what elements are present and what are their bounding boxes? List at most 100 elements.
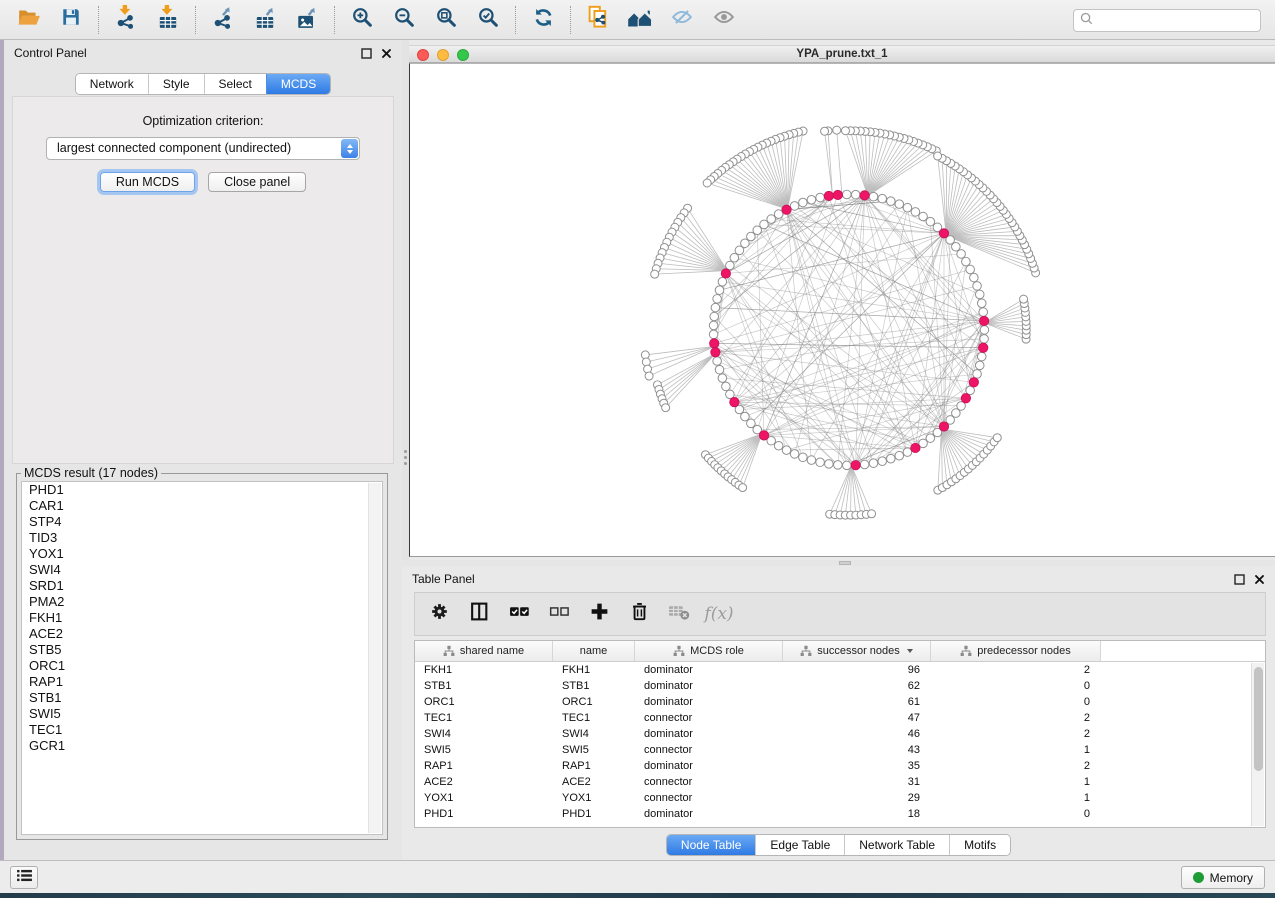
clone-network-button[interactable] — [577, 3, 619, 37]
table-panel-header: Table Panel — [402, 566, 1275, 592]
table-row[interactable]: PHD1PHD1dominator180 — [415, 806, 1265, 822]
table-toolbar: f(x) — [414, 592, 1266, 636]
save-session-button[interactable] — [50, 3, 92, 37]
mcds-result-title: MCDS result (17 nodes) — [21, 466, 161, 480]
float-panel-icon[interactable] — [1234, 574, 1245, 585]
search-input[interactable] — [1097, 13, 1256, 29]
app-window: Control Panel NetworkStyleSelectMCDS Opt… — [0, 0, 1275, 898]
deselect-all-button[interactable] — [547, 602, 571, 626]
close-panel-button[interactable]: Close panel — [208, 172, 306, 192]
control-panel-tabs: NetworkStyleSelectMCDS — [4, 73, 402, 95]
show-all-button[interactable] — [703, 3, 745, 37]
zoom-in-button[interactable] — [341, 3, 383, 37]
function-builder-button: f(x) — [707, 602, 731, 626]
zoom-fit-button[interactable] — [425, 3, 467, 37]
mcds-result-item[interactable]: STB5 — [22, 642, 382, 658]
tab-mcds[interactable]: MCDS — [266, 74, 330, 94]
table-mode-button[interactable] — [427, 602, 451, 626]
table-cell: TEC1 — [415, 712, 553, 724]
zoom-selected-button[interactable] — [467, 3, 509, 37]
import-network-button[interactable] — [105, 3, 147, 37]
mcds-result-item[interactable]: STB1 — [22, 690, 382, 706]
mcds-result-item[interactable]: SWI5 — [22, 706, 382, 722]
select-all-button[interactable] — [507, 602, 531, 626]
delete-columns-button[interactable] — [627, 602, 651, 626]
mcds-result-list[interactable]: PHD1CAR1STP4TID3YOX1SWI4SRD1PMA2FKH1ACE2… — [21, 481, 383, 835]
table-mode-icon — [429, 601, 450, 627]
toolbar-separator — [515, 6, 516, 34]
table-row[interactable]: SWI4SWI4dominator462 — [415, 726, 1265, 742]
search-box[interactable] — [1073, 9, 1261, 32]
mcds-result-item[interactable]: STP4 — [22, 514, 382, 530]
new-column-button[interactable] — [587, 602, 611, 626]
table-row[interactable]: ACE2ACE2connector311 — [415, 774, 1265, 790]
table-row[interactable]: STB1STB1dominator620 — [415, 678, 1265, 694]
mcds-result-item[interactable]: RAP1 — [22, 674, 382, 690]
import-table-button[interactable] — [147, 3, 189, 37]
close-panel-icon[interactable] — [381, 48, 392, 59]
memory-button[interactable]: Memory — [1181, 866, 1265, 889]
table-row[interactable]: RAP1RAP1dominator352 — [415, 758, 1265, 774]
float-panel-icon[interactable] — [361, 48, 372, 59]
table-row[interactable]: TEC1TEC1connector472 — [415, 710, 1265, 726]
column-header-shared-name[interactable]: shared name — [415, 641, 553, 661]
column-header-successor-nodes[interactable]: successor nodes — [783, 641, 931, 661]
export-table-button[interactable] — [244, 3, 286, 37]
tab-select[interactable]: Select — [204, 74, 266, 94]
network-window-titlebar[interactable]: YPA_prune.txt_1 — [409, 45, 1275, 63]
mcds-result-item[interactable]: SWI4 — [22, 562, 382, 578]
mcds-result-item[interactable]: YOX1 — [22, 546, 382, 562]
mcds-list-scrollbar[interactable] — [368, 483, 381, 833]
toolbar-separator — [98, 6, 99, 34]
column-type-icon — [673, 645, 685, 657]
mcds-result-item[interactable]: TEC1 — [22, 722, 382, 738]
column-header-label: MCDS role — [690, 645, 744, 657]
first-neighbors-button[interactable] — [619, 3, 661, 37]
refresh-button[interactable] — [522, 3, 564, 37]
table-cell: 0 — [931, 808, 1101, 820]
table-row[interactable]: YOX1YOX1connector291 — [415, 790, 1265, 806]
mcds-result-item[interactable]: FKH1 — [22, 610, 382, 626]
zoom-out-button[interactable] — [383, 3, 425, 37]
criterion-dropdown[interactable]: largest connected component (undirected) — [46, 137, 360, 160]
export-image-button[interactable] — [286, 3, 328, 37]
table-scrollbar-thumb[interactable] — [1254, 667, 1263, 771]
mcds-result-item[interactable]: SRD1 — [22, 578, 382, 594]
table-scrollbar[interactable] — [1251, 663, 1264, 826]
table-cell: 62 — [783, 680, 931, 692]
table-row[interactable]: SWI5SWI5connector431 — [415, 742, 1265, 758]
mcds-result-item[interactable]: TID3 — [22, 530, 382, 546]
list-icon — [16, 869, 33, 887]
tab-style[interactable]: Style — [148, 74, 204, 94]
export-network-button[interactable] — [202, 3, 244, 37]
show-hide-columns-button[interactable] — [467, 602, 491, 626]
hide-selected-button[interactable] — [661, 3, 703, 37]
close-panel-icon[interactable] — [1254, 574, 1265, 585]
mcds-result-item[interactable]: ORC1 — [22, 658, 382, 674]
open-file-button[interactable] — [8, 3, 50, 37]
column-header-MCDS-role[interactable]: MCDS role — [635, 641, 783, 661]
tab-edge-table[interactable]: Edge Table — [755, 835, 844, 855]
network-canvas[interactable] — [409, 63, 1275, 557]
column-header-predecessor-nodes[interactable]: predecessor nodes — [931, 641, 1101, 661]
mcds-result-item[interactable]: PHD1 — [22, 482, 382, 498]
export-image-icon — [295, 5, 319, 34]
table-row[interactable]: ORC1ORC1dominator610 — [415, 694, 1265, 710]
run-mcds-button[interactable]: Run MCDS — [100, 172, 195, 192]
delete-table-icon — [667, 601, 691, 627]
show-hide-columns-icon — [469, 601, 490, 627]
task-history-button[interactable] — [10, 866, 38, 889]
panel-splitter-vertical[interactable] — [402, 40, 409, 560]
mcds-result-item[interactable]: GCR1 — [22, 738, 382, 754]
table-row[interactable]: FKH1FKH1dominator962 — [415, 662, 1265, 678]
mcds-result-item[interactable]: PMA2 — [22, 594, 382, 610]
tab-network-table[interactable]: Network Table — [844, 835, 949, 855]
mcds-result-item[interactable]: ACE2 — [22, 626, 382, 642]
column-type-icon — [443, 645, 455, 657]
mcds-result-item[interactable]: CAR1 — [22, 498, 382, 514]
tab-motifs[interactable]: Motifs — [949, 835, 1010, 855]
tab-node-table[interactable]: Node Table — [667, 835, 756, 855]
column-header-name[interactable]: name — [553, 641, 635, 661]
column-header-label: predecessor nodes — [977, 645, 1071, 657]
tab-network[interactable]: Network — [76, 74, 148, 94]
